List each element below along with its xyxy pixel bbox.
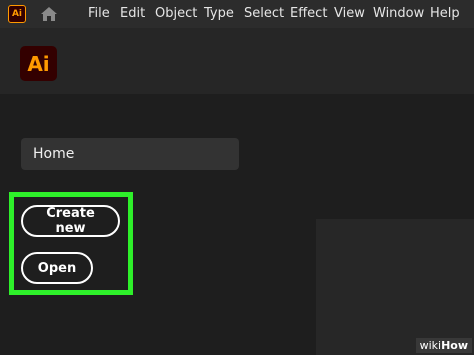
menu-type[interactable]: Type bbox=[204, 0, 234, 28]
menu-file[interactable]: File bbox=[88, 0, 110, 28]
menu-view[interactable]: View bbox=[334, 0, 365, 28]
nav-home-tab[interactable]: Home bbox=[21, 138, 239, 170]
recent-files-panel bbox=[316, 219, 474, 355]
menu-window[interactable]: Window bbox=[373, 0, 424, 28]
app-header bbox=[0, 28, 474, 94]
menu-select[interactable]: Select bbox=[244, 0, 284, 28]
app-logo: Ai bbox=[20, 46, 57, 81]
menu-help[interactable]: Help bbox=[430, 0, 460, 28]
app-badge-icon[interactable]: Ai bbox=[8, 5, 26, 23]
watermark-prefix: wiki bbox=[419, 339, 442, 352]
watermark: wikiHow bbox=[415, 338, 472, 353]
menu-edit[interactable]: Edit bbox=[120, 0, 145, 28]
menu-bar: Ai File Edit Object Type Select Effect V… bbox=[0, 0, 474, 28]
create-new-button[interactable]: Create new bbox=[21, 205, 120, 237]
menu-effect[interactable]: Effect bbox=[290, 0, 327, 28]
menu-object[interactable]: Object bbox=[155, 0, 197, 28]
home-icon[interactable] bbox=[38, 5, 60, 23]
watermark-suffix: How bbox=[441, 339, 468, 352]
open-button[interactable]: Open bbox=[21, 252, 93, 284]
